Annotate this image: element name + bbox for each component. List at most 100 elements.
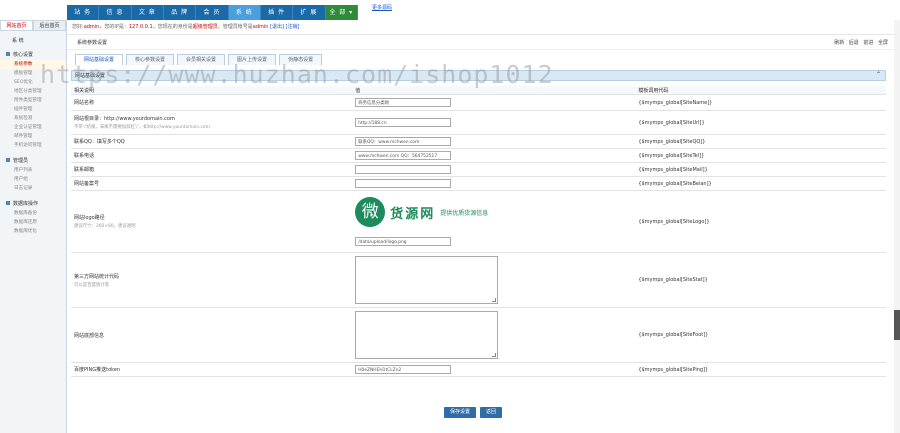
logout-links[interactable]: [退出] [注销] xyxy=(270,24,299,30)
page-title: 系统参数设置 xyxy=(77,40,108,46)
site-ping-input[interactable]: H0eZNHEH1tCLZn2 xyxy=(355,365,452,374)
table-row: 网站根目录：http://www.yourdomain.com 不带'/'结尾，末… xyxy=(71,110,886,135)
site-name-input[interactable]: 商务信息分类网 xyxy=(355,98,452,107)
template-code: {$mymps_global[SiteTel]} xyxy=(638,148,886,163)
page-title-bar: 系统参数设置 刷新 后退 前进 全屏 xyxy=(67,35,894,50)
site-tel-input[interactable]: www.mchwen.com QQ：564752517 xyxy=(355,151,452,160)
welcome-bar: 您好:admin，您的IP是：127.0.0.1，您现在的身份是超级管理员，管理… xyxy=(67,20,894,35)
template-code: {$mymps_global[SiteStat]} xyxy=(638,252,886,308)
save-button[interactable]: 保存设置 xyxy=(444,407,477,418)
table-row: 网站备案号 {$mymps_global[SiteBeian]} xyxy=(71,176,886,191)
tab-system[interactable]: 系 统 xyxy=(228,5,261,20)
folder-icon xyxy=(6,201,10,205)
tab-info[interactable]: 信 息 xyxy=(99,5,132,20)
sidebar-group-title[interactable]: 数据库操作 xyxy=(0,199,66,209)
row-label: 网站根目录：http://www.yourdomain.com xyxy=(74,116,175,122)
table-row: 联系QQ：填写多个QQ 联系QQ：www.mchwen.com {$mymps_… xyxy=(71,134,886,149)
sidebar-item[interactable]: 数据库还原 xyxy=(0,218,66,227)
tab-site[interactable]: 站 务 xyxy=(67,5,100,20)
watermark: https://www.huzhan.com/ishop1012 xyxy=(40,60,554,89)
scrollbar[interactable] xyxy=(894,20,900,433)
welcome-text: ，管理员帐号是 xyxy=(217,24,253,30)
table-row: 网站底部信息 {$mymps_global[SiteFoot]} xyxy=(71,307,886,363)
tab-plugins[interactable]: 插 件 xyxy=(261,5,294,20)
sidebar-item[interactable]: 数据库备份 xyxy=(0,209,66,218)
row-label: 网站名称 xyxy=(71,94,356,111)
main-menu: 站 务 信 息 文 章 品 牌 会 员 系 统 插 件 扩 展 全 部 ▾ xyxy=(67,5,358,20)
sidebar-tab-admin-home[interactable]: 后台首页 xyxy=(33,20,66,31)
row-hint: 建议尺寸：260×80，建议透明 xyxy=(74,224,136,229)
top-navigation: 站 务 信 息 文 章 品 牌 会 员 系 统 插 件 扩 展 全 部 ▾ 更多… xyxy=(0,0,900,20)
site-url-input[interactable]: http://188.cn xyxy=(355,118,452,127)
ip-address: 127.0.0.1 xyxy=(128,24,153,30)
welcome-text: ，您的IP是： xyxy=(99,24,129,30)
folder-icon xyxy=(6,158,10,162)
row-label: 网站logo路径 xyxy=(74,215,105,221)
table-row: 第三方网站统计代码 可以是百度统计等 {$mymps_global[SiteSta… xyxy=(71,252,886,308)
more-source-link[interactable]: 更多源码 xyxy=(372,4,392,11)
template-code: {$mymps_global[SiteUrl]} xyxy=(638,110,886,135)
sidebar-item[interactable]: 系统检测 xyxy=(0,114,66,123)
site-foot-textarea[interactable] xyxy=(355,311,499,359)
sidebar-item[interactable]: 数据库优化 xyxy=(0,227,66,236)
sidebar-item[interactable]: 邮件管理 xyxy=(0,132,66,141)
sidebar-item[interactable]: 手机访问管理 xyxy=(0,141,66,150)
tab-brand[interactable]: 品 牌 xyxy=(164,5,197,20)
site-qq-input[interactable]: 联系QQ：www.mchwen.com xyxy=(355,137,452,146)
logo-seal: 微 xyxy=(355,197,386,227)
sidebar-group-admin: 管理员 用户列表 用户组 日志记录 xyxy=(0,156,66,193)
sidebar-group-title[interactable]: 管理员 xyxy=(0,156,66,166)
sidebar-item[interactable]: 附件类型管理 xyxy=(0,96,66,105)
sidebar-item[interactable]: 用户组 xyxy=(0,175,66,184)
table-row: 百度PING推送token H0eZNHEH1tCLZn2 {$mymps_gl… xyxy=(71,362,886,377)
sidebar-item[interactable]: 插件管理 xyxy=(0,105,66,114)
sidebar-item[interactable]: 企业认证管理 xyxy=(0,123,66,132)
table-row: 联系邮箱 {$mymps_global[SiteMail]} xyxy=(71,162,886,177)
row-hint: 不带'/'结尾，末尾不需要加斜杠'/'，如http://www.yourdoma… xyxy=(74,125,210,130)
row-label: 第三方网站统计代码 xyxy=(74,273,120,280)
collapse-icon[interactable]: ⌃ xyxy=(876,71,881,78)
settings-table: 相关说明 值 模板调用代码 网站名称 商务信息分类网 {$mymps_globa… xyxy=(71,86,886,377)
sidebar-item[interactable]: 日志记录 xyxy=(0,184,66,193)
back-button[interactable]: 返回 xyxy=(480,407,503,418)
site-stat-textarea[interactable] xyxy=(355,256,499,304)
sidebar-tabs: 网站首页 后台首页 xyxy=(0,20,66,31)
template-code: {$mymps_global[SiteFoot]} xyxy=(638,307,886,363)
site-logo-input[interactable]: /data/upload/logo.png xyxy=(355,237,452,246)
row-label: 联系电话 xyxy=(71,148,356,163)
row-label: 联系邮箱 xyxy=(71,162,356,177)
row-hint: 可以是百度统计等 xyxy=(74,282,110,288)
sidebar-group-title[interactable]: 核心设置 xyxy=(0,50,66,60)
table-row: 联系电话 www.mchwen.com QQ：564752517 {$mymps… xyxy=(71,148,886,163)
sidebar-title: 系 统 xyxy=(12,38,24,44)
logo-name: 货源网 xyxy=(390,206,436,222)
tab-all[interactable]: 全 部 ▾ xyxy=(325,5,358,20)
column-header: 模板调用代码 xyxy=(638,86,886,95)
site-mail-input[interactable] xyxy=(355,165,452,174)
tab-extend[interactable]: 扩 展 xyxy=(293,5,326,20)
row-label: 网站底部信息 xyxy=(71,307,356,363)
scrollbar-thumb[interactable] xyxy=(894,310,900,340)
row-label: 联系QQ：填写多个QQ xyxy=(71,134,356,149)
logo-preview: 微 货源网 提供优质货源信息 xyxy=(355,197,638,227)
template-code: {$mymps_global[SiteName]} xyxy=(638,94,886,111)
tab-article[interactable]: 文 章 xyxy=(132,5,164,20)
page-tools[interactable]: 刷新 后退 前进 全屏 xyxy=(834,39,888,46)
template-code: {$mymps_global[SiteMail]} xyxy=(638,162,886,177)
template-code: {$mymps_global[SiteQQ]} xyxy=(638,134,886,149)
welcome-text: ，您现在的身份是 xyxy=(152,24,193,30)
form-actions: 保存设置 返回 xyxy=(444,407,503,418)
template-code: {$mymps_global[SiteLogo]} xyxy=(638,190,886,253)
table-row: 网站logo路径 建议尺寸：260×80，建议透明 微 货源网 提供优质货源信息 … xyxy=(71,190,886,253)
sidebar-group-database: 数据库操作 数据库备份 数据库还原 数据库优化 xyxy=(0,199,66,236)
tab-member[interactable]: 会 员 xyxy=(196,5,229,20)
site-beian-input[interactable] xyxy=(355,179,452,188)
username: admin xyxy=(83,24,100,30)
sidebar-item[interactable]: 用户列表 xyxy=(0,166,66,175)
template-code: {$mymps_global[SitePing]} xyxy=(638,362,886,377)
logo-tagline: 提供优质货源信息 xyxy=(440,209,489,217)
role: 超级管理员 xyxy=(192,24,218,30)
row-label: 网站备案号 xyxy=(71,176,356,191)
template-code: {$mymps_global[SiteBeian]} xyxy=(638,176,886,191)
sidebar-tab-site-home[interactable]: 网站首页 xyxy=(0,20,33,31)
